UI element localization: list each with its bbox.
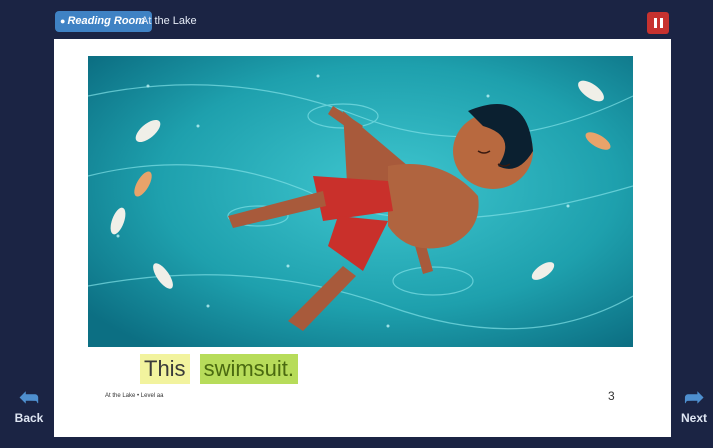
reading-room-label: Reading Room	[67, 15, 146, 27]
book-page: This swimsuit. At the Lake • Level aa 3	[54, 39, 671, 437]
reading-room-button[interactable]: ● Reading Room	[55, 11, 153, 32]
book-title: At the Lake	[141, 15, 197, 27]
page-illustration	[88, 56, 633, 347]
illustration-svg	[88, 56, 633, 347]
back-button[interactable]: ➦ Back	[6, 384, 52, 426]
sentence: This swimsuit.	[140, 354, 299, 384]
pause-icon-bar-right	[659, 18, 663, 28]
top-bar: ● Reading Room At the Lake	[0, 0, 713, 38]
pause-icon-bar-left	[653, 18, 657, 28]
next-arrow-icon: ➦	[683, 384, 705, 411]
pause-button[interactable]	[647, 12, 669, 34]
next-label: Next	[680, 411, 707, 425]
back-arrow-icon: ➦	[18, 384, 40, 411]
page-number: 3	[608, 389, 615, 403]
page-footer-note: At the Lake • Level aa	[105, 393, 164, 399]
reading-room-icon: ●	[60, 16, 66, 26]
next-button[interactable]: ➦ Next	[674, 386, 713, 426]
back-label: Back	[14, 411, 44, 425]
sentence-word[interactable]: This	[140, 354, 190, 384]
sentence-word-highlighted[interactable]: swimsuit.	[199, 354, 299, 384]
